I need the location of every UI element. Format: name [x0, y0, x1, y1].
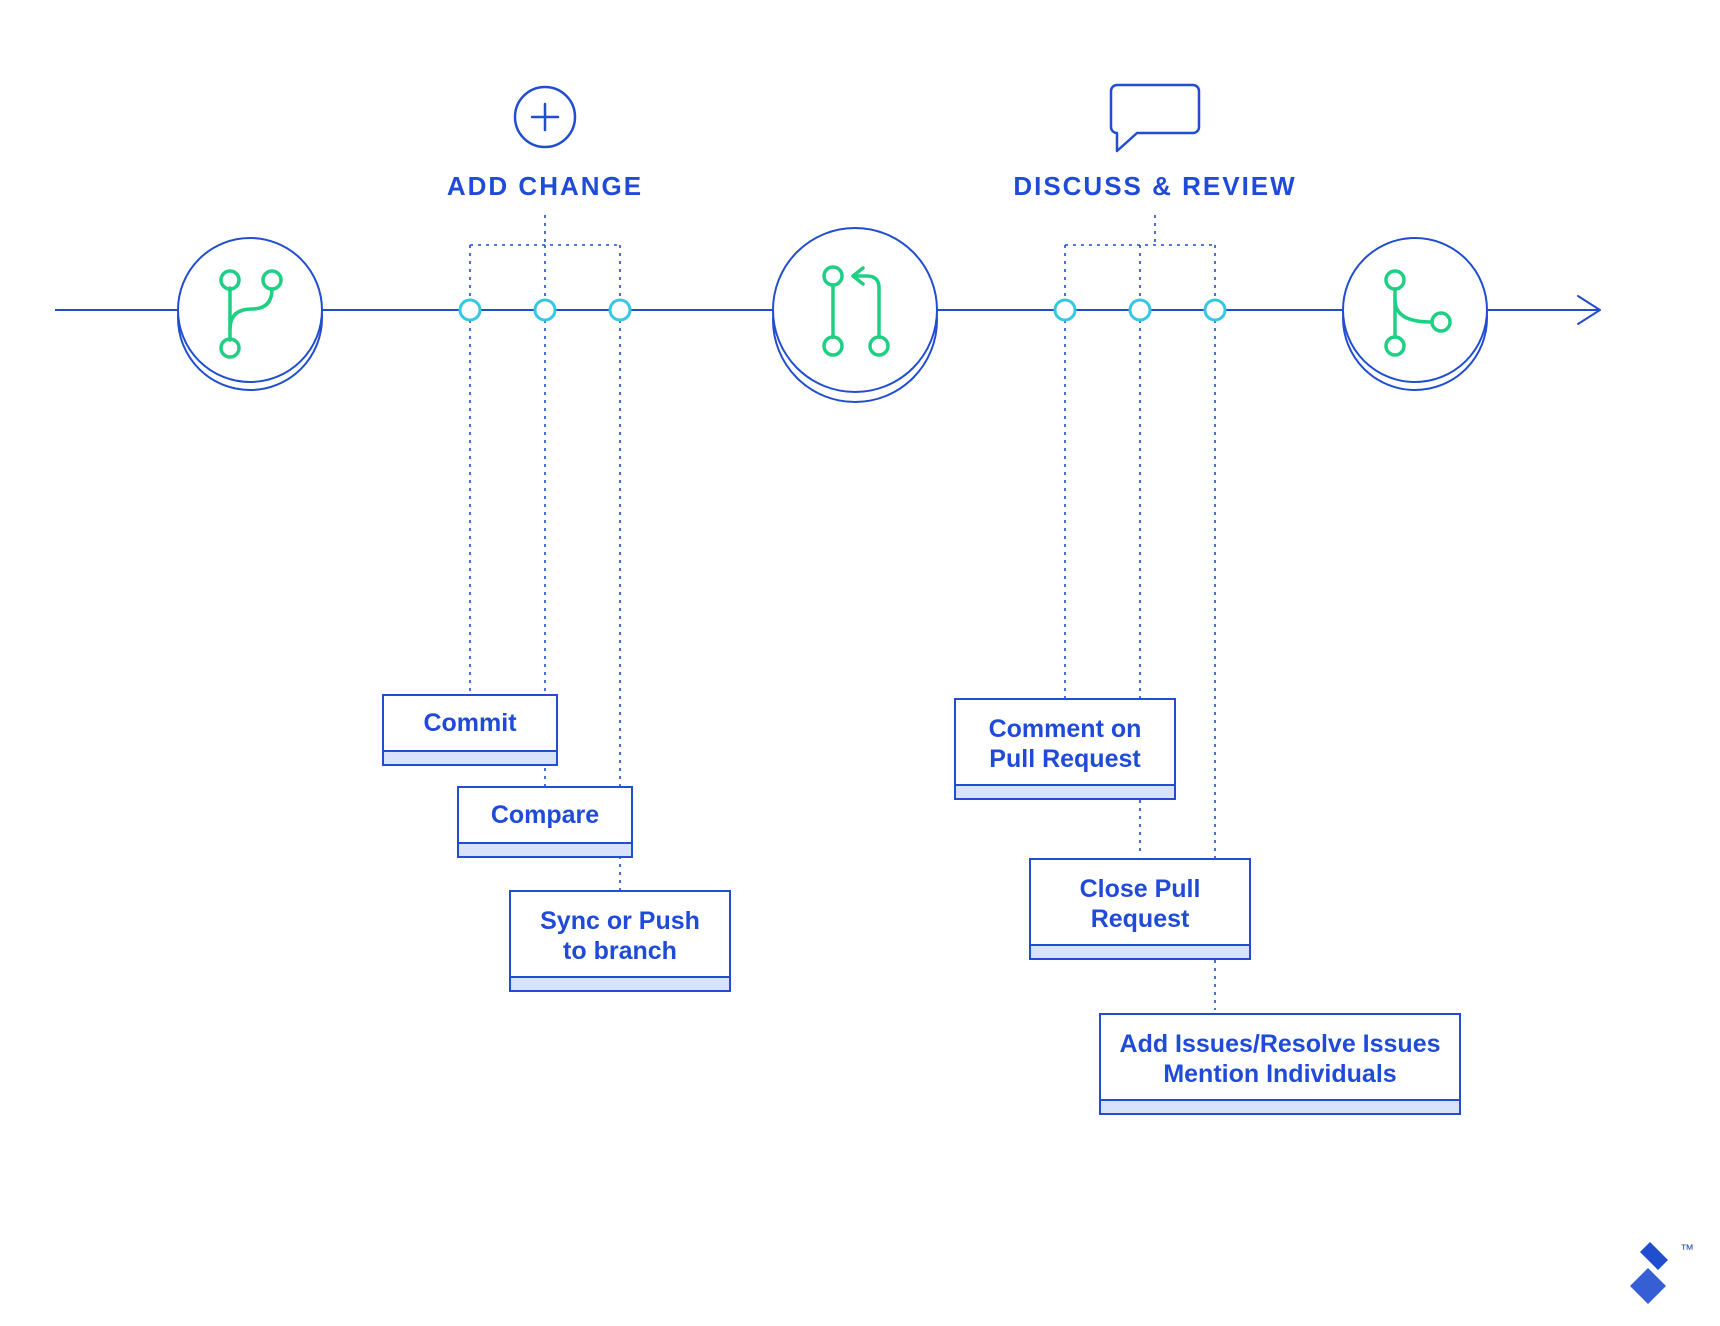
- svg-text:Close Pull: Close Pull: [1080, 875, 1201, 903]
- timeline-dot: [535, 300, 555, 320]
- add-change-title: ADD CHANGE: [447, 171, 643, 201]
- svg-text:Request: Request: [1091, 905, 1190, 933]
- svg-text:Mention Individuals: Mention Individuals: [1163, 1060, 1396, 1088]
- section-add-change: ADD CHANGE Commit Compare: [383, 87, 730, 991]
- box-sync-push: Sync or Push to branch: [510, 891, 730, 991]
- timeline-dot: [460, 300, 480, 320]
- plus-circle-icon: [515, 87, 575, 147]
- node-branch-start: [178, 238, 322, 390]
- svg-text:Compare: Compare: [491, 801, 599, 829]
- box-commit: Commit: [383, 695, 557, 765]
- svg-text:Commit: Commit: [423, 709, 517, 737]
- timeline-dot: [1205, 300, 1225, 320]
- svg-text:Comment on: Comment on: [989, 715, 1142, 743]
- trademark-symbol: ™: [1680, 1241, 1694, 1257]
- timeline-dot: [1055, 300, 1075, 320]
- speech-bubble-icon: [1111, 85, 1199, 151]
- timeline-dot: [610, 300, 630, 320]
- box-comment-pr: Comment on Pull Request: [955, 699, 1175, 799]
- node-pull-request: [773, 228, 937, 402]
- svg-text:Pull Request: Pull Request: [989, 745, 1141, 773]
- discuss-review-title: DISCUSS & REVIEW: [1013, 171, 1296, 201]
- box-close-pr: Close Pull Request: [1030, 859, 1250, 959]
- svg-text:to branch: to branch: [563, 937, 677, 965]
- box-issues-mentions: Add Issues/Resolve Issues Mention Indivi…: [1100, 1014, 1460, 1114]
- section-discuss-review: DISCUSS & REVIEW Comment on Pull Request: [955, 85, 1460, 1114]
- timeline-dot: [1130, 300, 1150, 320]
- box-compare: Compare: [458, 787, 632, 857]
- svg-text:Sync or Push: Sync or Push: [540, 907, 700, 935]
- node-merge: [1343, 238, 1487, 390]
- toptal-logo: ™: [1630, 1241, 1694, 1304]
- svg-text:Add Issues/Resolve Issues: Add Issues/Resolve Issues: [1120, 1030, 1441, 1058]
